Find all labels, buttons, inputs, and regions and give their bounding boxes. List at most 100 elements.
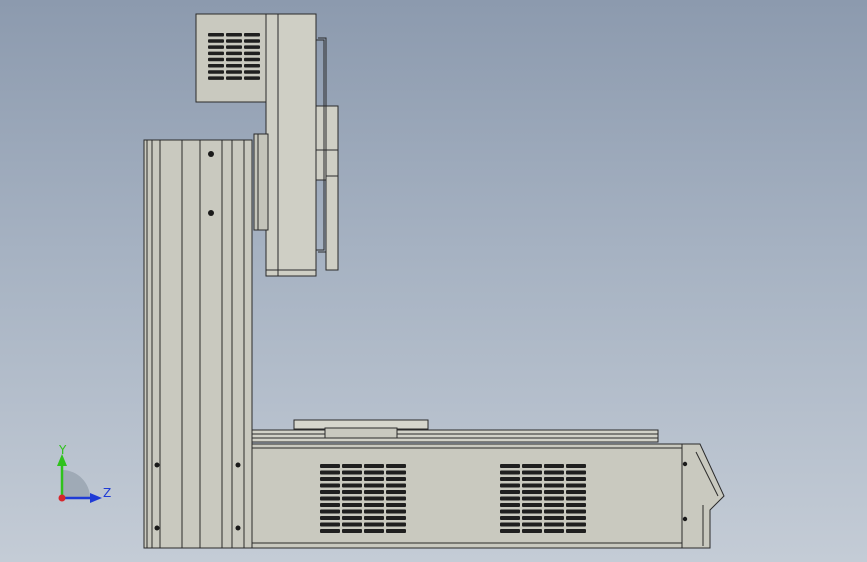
vent-slot	[320, 496, 340, 501]
vent-slot	[208, 76, 224, 80]
vent-slot	[208, 64, 224, 68]
vent-slot	[208, 33, 224, 37]
vent-slot	[500, 503, 520, 507]
vent-slot	[320, 464, 340, 468]
vent-slot	[342, 496, 362, 501]
vent-slot	[226, 76, 242, 80]
vent-slot	[364, 522, 384, 527]
vent-slot	[544, 509, 564, 514]
vent-slot	[522, 464, 542, 468]
vent-slot	[386, 529, 406, 533]
vent-slot	[522, 483, 542, 488]
vent-slot	[364, 490, 384, 494]
axis-triad: Y Z	[57, 443, 111, 503]
triad-arc	[62, 470, 90, 498]
carriage-plate	[265, 13, 317, 277]
vent-slot	[544, 503, 564, 507]
vent-slot	[244, 33, 260, 37]
vent-slot	[500, 483, 520, 488]
vent-slot	[208, 51, 224, 56]
vent-slot	[544, 522, 564, 527]
vent-slot	[386, 490, 406, 494]
tool-head	[315, 37, 339, 271]
vent-slot	[364, 470, 384, 475]
vent-slot	[342, 464, 362, 468]
vent-slot	[522, 470, 542, 475]
vent-slot	[226, 33, 242, 37]
vent-slot	[226, 45, 242, 49]
vent-slot	[208, 70, 224, 74]
vent-slot	[500, 529, 520, 533]
vent-slot	[544, 490, 564, 494]
vent-slot	[342, 509, 362, 514]
vent-slot	[522, 522, 542, 527]
vent-slot	[500, 470, 520, 475]
vent-slot	[244, 70, 260, 74]
vent-slot	[566, 464, 586, 468]
vent-slot	[244, 39, 260, 43]
vent-slot	[364, 503, 384, 507]
vent-slot	[522, 529, 542, 533]
vent-slot	[386, 470, 406, 475]
x-axis-dot	[58, 494, 66, 502]
vent-slot	[386, 503, 406, 507]
z-axis-label: Z	[103, 486, 111, 500]
vent-slot	[522, 496, 542, 501]
vent-slot	[544, 483, 564, 488]
vent-slot	[226, 57, 242, 62]
vent-slot	[342, 483, 362, 488]
vent-slot	[522, 503, 542, 507]
vent-slot	[342, 529, 362, 533]
vent-slot	[364, 496, 384, 501]
cad-viewport[interactable]: Y Z	[0, 0, 867, 562]
vent-slot	[244, 57, 260, 62]
vent-slot	[566, 470, 586, 475]
vent-slot	[522, 490, 542, 494]
vent-slot	[566, 516, 586, 520]
vent-slot	[320, 509, 340, 514]
vent-slot	[566, 509, 586, 514]
vent-slot	[364, 483, 384, 488]
vent-slot	[386, 464, 406, 468]
vent-slot	[522, 509, 542, 514]
vent-slot	[364, 529, 384, 533]
vent-slot	[566, 496, 586, 501]
vent-slot	[364, 477, 384, 481]
vent-slot	[342, 477, 362, 481]
vent-slot	[208, 57, 224, 62]
vent-slot	[320, 483, 340, 488]
vent-slot	[226, 64, 242, 68]
vent-slot	[500, 509, 520, 514]
vent-slot	[522, 516, 542, 520]
vent-slot	[320, 529, 340, 533]
vent-slot	[364, 516, 384, 520]
vent-slot	[500, 477, 520, 481]
vent-slot	[544, 516, 564, 520]
vent-slot	[544, 470, 564, 475]
vent-slot	[386, 496, 406, 501]
vent-slot	[320, 470, 340, 475]
vent-slot	[342, 503, 362, 507]
vent-slot	[544, 477, 564, 481]
vent-slot	[566, 490, 586, 494]
vent-slot	[544, 529, 564, 533]
vent-slot	[386, 483, 406, 488]
vent-slot	[320, 490, 340, 494]
vent-slot	[566, 529, 586, 533]
vent-slot	[386, 516, 406, 520]
vent-slot	[320, 516, 340, 520]
vent-slot	[500, 464, 520, 468]
vent-slot	[342, 522, 362, 527]
vent-slot	[500, 490, 520, 494]
vent-slot	[364, 464, 384, 468]
vent-slot	[208, 45, 224, 49]
vent-slot	[386, 477, 406, 481]
vent-slot	[566, 477, 586, 481]
vent-slot	[244, 76, 260, 80]
vent-slot	[320, 522, 340, 527]
y-axis-label: Y	[58, 443, 67, 457]
vent-slot	[244, 51, 260, 56]
base-cabinet	[247, 429, 725, 549]
vent-slot	[386, 522, 406, 527]
vent-slot	[342, 516, 362, 520]
